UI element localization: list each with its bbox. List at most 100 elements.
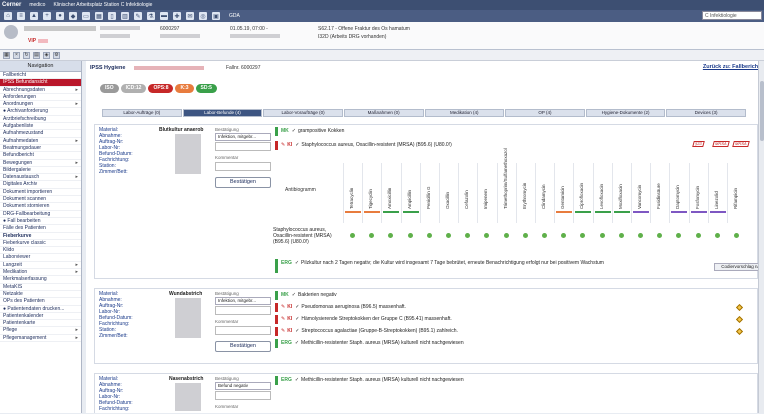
tab[interactable]: OP (4) [505,109,585,117]
summary-tag[interactable]: SD:5 [195,84,217,93]
mail-icon[interactable]: ✉ [186,12,194,20]
nav-item[interactable]: Fieberkurve [0,233,81,240]
nav-item[interactable]: ● Archivanforderung [0,108,81,116]
tab[interactable]: Medikation (4) [424,109,505,117]
doc-icon[interactable]: ▯ [108,12,116,20]
tab[interactable]: Hygiene-Dokumente (2) [585,109,666,117]
status-select[interactable]: Infektion, mitgebr... [215,297,271,305]
bed-icon[interactable]: ▬ [160,12,168,20]
print-icon[interactable]: ▤ [33,51,40,59]
main-scrollbar[interactable] [758,61,764,413]
nav-item[interactable]: Pflegemanagement ▸ [0,335,81,342]
nav-item[interactable]: Pflege ▸ [0,327,81,335]
tab[interactable]: Devices (3) [666,109,746,117]
nav-item[interactable]: Digitales Archiv [0,181,81,189]
settings-icon[interactable]: ⚙ [53,51,60,59]
lab-icon[interactable]: ⚗ [147,12,155,20]
tab[interactable]: Labor-Voraufträge (0) [263,109,343,117]
pin-icon[interactable]: ◈ [43,51,50,59]
susceptible-dot [407,233,413,238]
antibiotic-class-bar [690,211,707,213]
nav-item[interactable]: Anordnungen ▸ [0,101,81,109]
up-icon[interactable]: ▲ [30,12,38,20]
nav-item[interactable]: Anforderungen [0,94,81,102]
codiervorschlag-button[interactable]: Codiervorschlag nac... [714,263,764,271]
scrollbar-thumb[interactable] [760,81,764,141]
nav-item[interactable]: Klido [0,247,81,255]
grid-icon[interactable]: ▦ [3,51,10,59]
comment-field[interactable] [215,326,271,335]
confirm-button[interactable]: Bestätigen [215,341,271,352]
search-input[interactable]: C Infektiologie [702,11,762,20]
nav-item[interactable]: Dokument importieren [0,188,81,197]
folder-icon[interactable]: ▭ [82,12,90,20]
bestaetigung-label: Bestätigung [215,376,239,381]
nav-item[interactable]: Fälle des Patienten [0,225,81,233]
nav-item[interactable]: ● Fall bearbeiten [0,218,81,226]
summary-tag[interactable]: K:3 [175,84,194,93]
nav-item[interactable]: Aufnahmedaten ▸ [0,138,81,145]
gda-icon[interactable]: ▣ [212,12,220,20]
check-icon: ✓ [294,260,300,266]
nav-item[interactable]: Befundbericht [0,152,81,160]
chart-icon[interactable]: ▥ [121,12,129,20]
tab[interactable]: Labor-Aufträge (0) [102,109,182,117]
flag-redacted [38,39,49,43]
confirm-button[interactable]: Bestätigen [215,177,271,188]
user-icon[interactable]: ● [56,12,64,20]
nav-header: Navigation [0,61,81,72]
close-icon[interactable]: × [13,51,20,59]
ambulance-icon[interactable]: ✚ [173,12,181,20]
summary-tag[interactable]: ICD:12 [120,84,147,93]
refresh-icon[interactable]: ↻ [23,51,30,59]
back-link[interactable]: Zurück zu: Fallbericht [703,64,760,70]
nav-item[interactable]: ● Patientendaten drucken... [0,306,81,313]
nav-item[interactable]: Patientenkalender [0,313,81,321]
nav-item[interactable]: Medikation ▸ [0,269,81,277]
nav-item[interactable]: Arztbriefschreibung [0,116,81,124]
status-note[interactable] [215,142,271,151]
nav-item[interactable]: Fallbericht [0,72,81,80]
add-icon[interactable]: + [43,12,51,20]
users-icon[interactable]: ◆ [69,12,77,20]
nav-item[interactable]: Dokument scannen [0,196,81,204]
tab[interactable]: Maßnahmen (0) [343,109,424,117]
nav-item[interactable]: Dokument stornieren [0,203,81,211]
status-note[interactable] [215,391,271,400]
nav-item[interactable]: Merkmalserfassung [0,276,81,284]
result-code: KI [287,316,293,322]
nav-item[interactable]: Langzeit ▸ [0,262,81,270]
result-text: Methicillin-resistenter Staph. aureus (M… [301,340,464,346]
home-icon[interactable]: ⌂ [4,12,12,20]
nav-item[interactable]: Beatmungsdauer [0,145,81,153]
nav-item[interactable]: Bewegungen ▸ [0,160,81,167]
nav-item[interactable]: Laborviewer [0,254,81,262]
susceptible-dot [542,233,547,238]
pen-icon[interactable]: ✎ [134,12,142,20]
nav-item[interactable]: IPSS Befundansicht [0,79,81,87]
nav-item[interactable]: Bildergalerie [0,167,81,175]
summary-tag[interactable]: OPS:8 [148,84,174,93]
tab[interactable]: Labor-Befunde (4) [182,109,263,117]
status-select[interactable]: Infektion, mitgebr... [215,133,271,141]
nav-item-label: Dokument importieren [3,188,53,195]
comment-field[interactable] [215,162,271,171]
nav-item[interactable]: Patientenkarte [0,320,81,328]
nav-item[interactable]: OPs des Patienten [0,298,81,306]
nav-item[interactable]: Abrechnungsdaten ▸ [0,87,81,94]
status-note[interactable] [215,306,271,315]
nav-item[interactable]: DRG-Fallbearbeitung [0,211,81,218]
summary-tag[interactable]: ISO [100,84,119,93]
check-icon: ✓ [295,328,300,334]
calendar-icon[interactable]: ▦ [95,12,103,20]
nav-item-label: Dokument stornieren [3,203,50,210]
list-icon[interactable]: ≡ [17,12,25,20]
nav-item[interactable]: Aufgabenliste [0,123,81,131]
nav-item[interactable]: MetaKIS [0,284,81,291]
status-select[interactable]: Befund negativ [215,382,271,390]
nav-item[interactable]: Aufnahmezustand [0,130,81,138]
nav-item[interactable]: Fieberkurve classic [0,240,81,248]
nav-item[interactable]: Netzakte [0,291,81,299]
pin-icon[interactable]: ◎ [199,12,207,20]
nav-item[interactable]: Datenaustausch ▸ [0,174,81,182]
